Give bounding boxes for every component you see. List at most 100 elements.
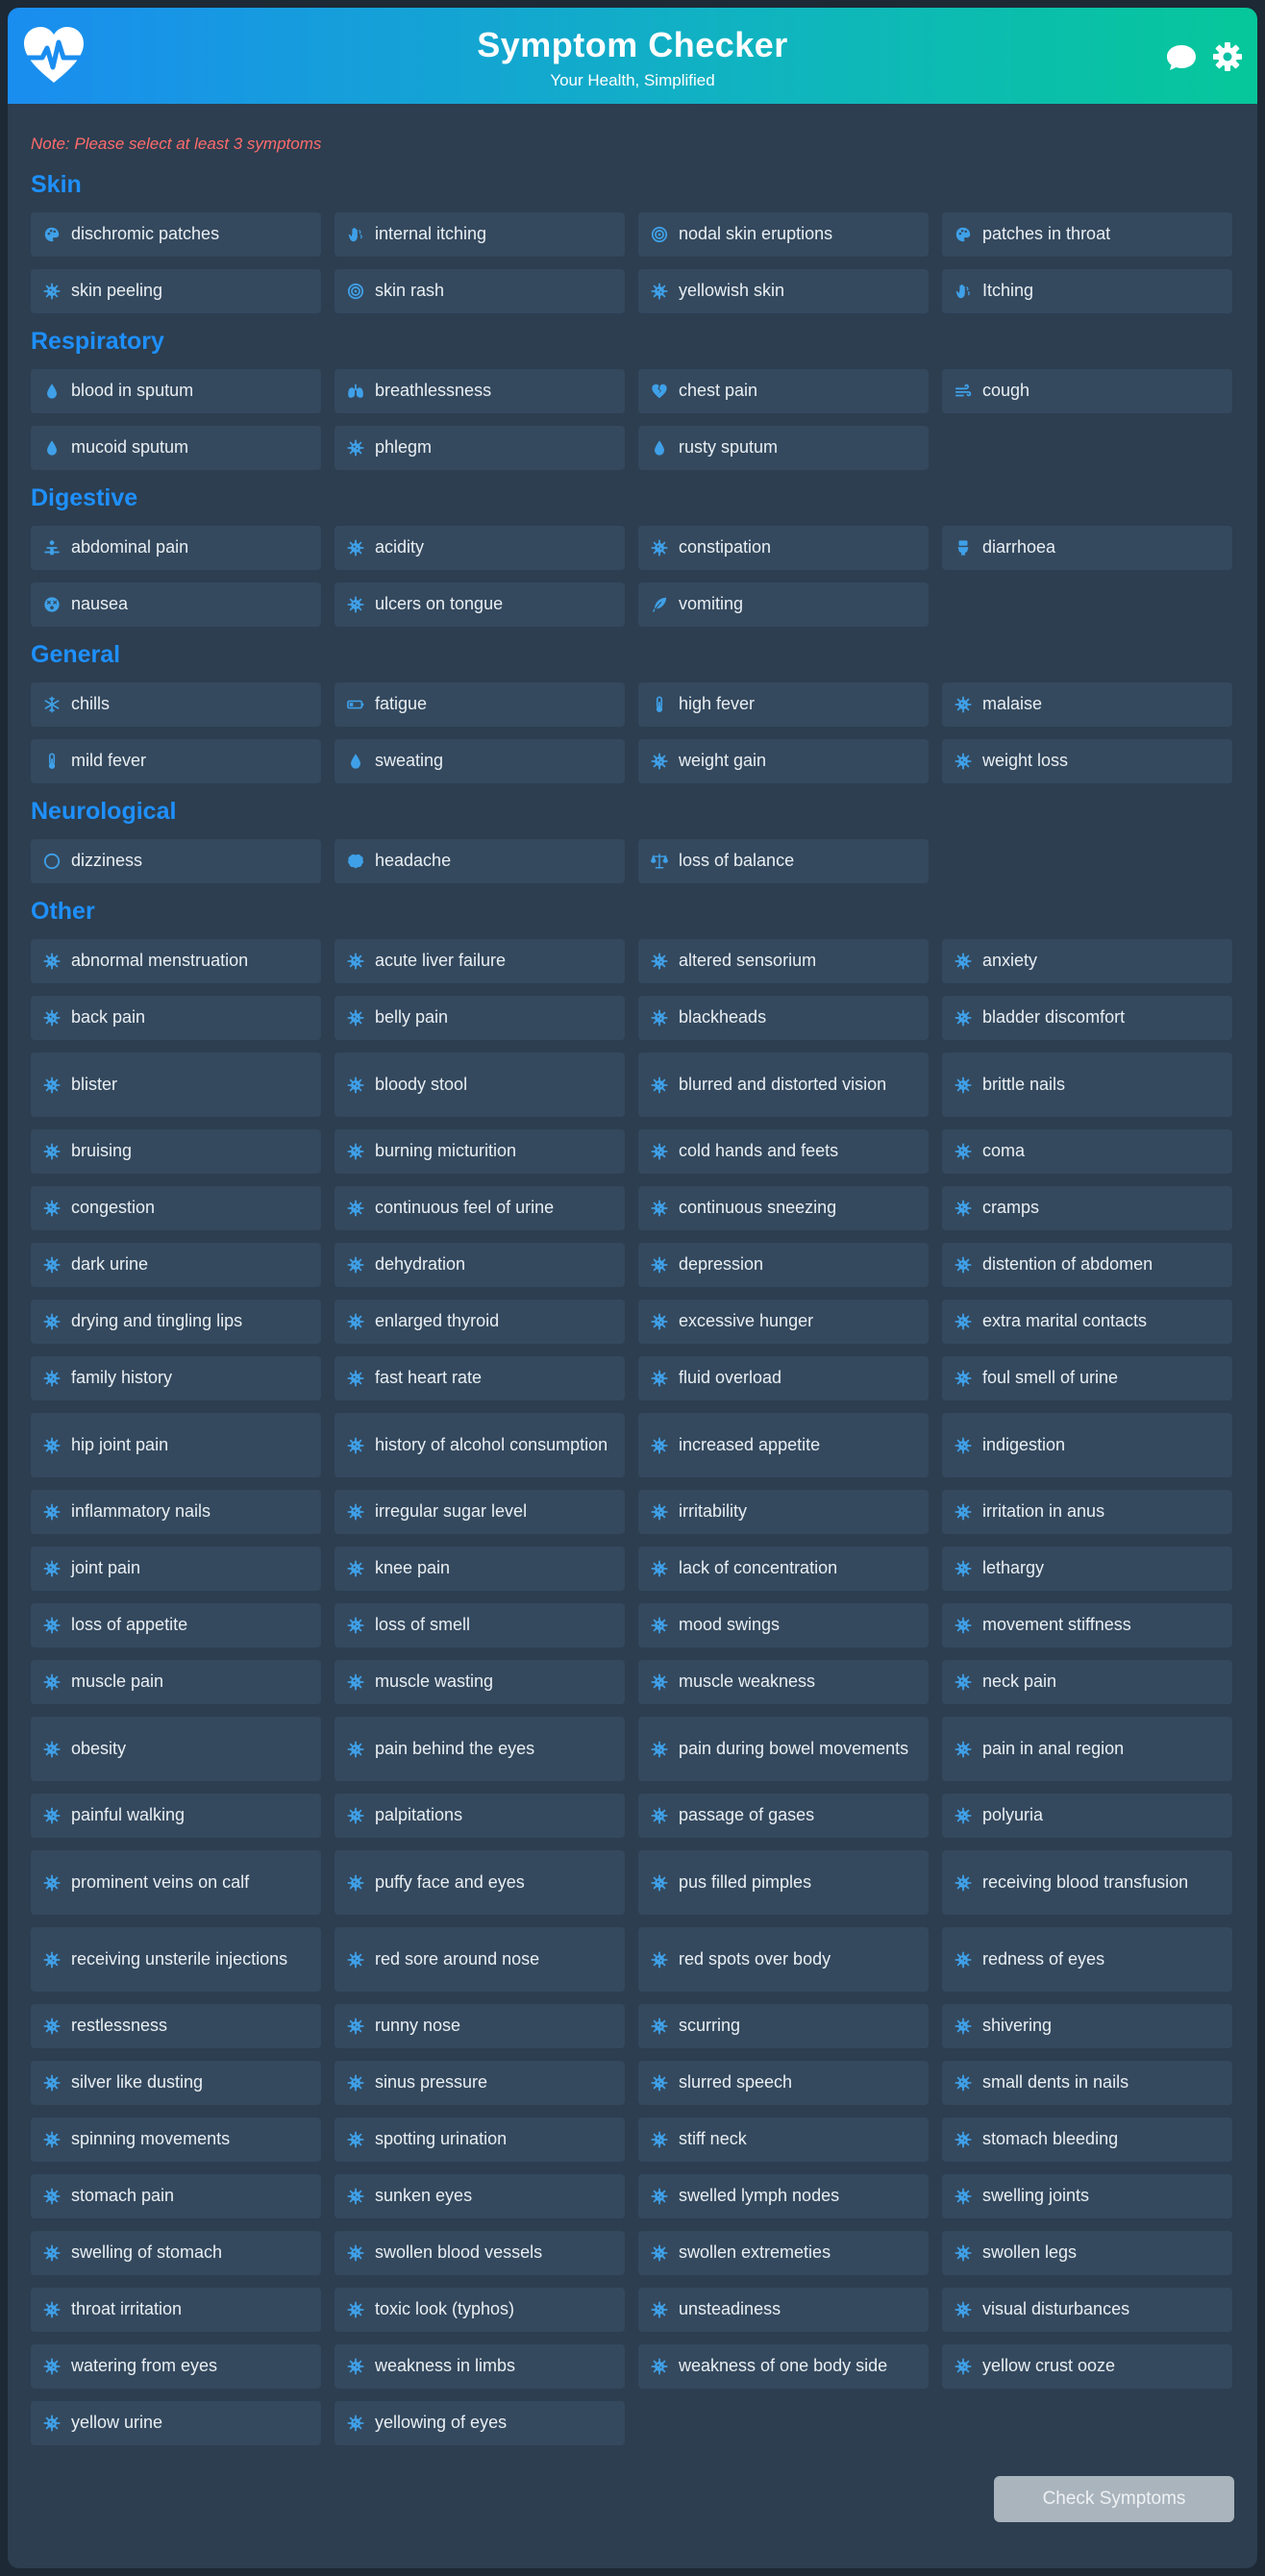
symptom-option-fluid-overload[interactable]: fluid overload xyxy=(638,1356,929,1400)
symptom-option-restlessness[interactable]: restlessness xyxy=(31,2004,321,2048)
symptom-option-muscle-wasting[interactable]: muscle wasting xyxy=(335,1660,625,1704)
symptom-option-lethargy[interactable]: lethargy xyxy=(942,1547,1232,1591)
symptom-option-pain-behind-the-eyes[interactable]: pain behind the eyes xyxy=(335,1717,625,1781)
symptom-option-joint-pain[interactable]: joint pain xyxy=(31,1547,321,1591)
symptom-option-increased-appetite[interactable]: increased appetite xyxy=(638,1413,929,1477)
symptom-option-visual-disturbances[interactable]: visual disturbances xyxy=(942,2288,1232,2332)
symptom-option-receiving-blood-transfusion[interactable]: receiving blood transfusion xyxy=(942,1850,1232,1915)
symptom-option-unsteadiness[interactable]: unsteadiness xyxy=(638,2288,929,2332)
symptom-option-history-of-alcohol-consumption[interactable]: history of alcohol consumption xyxy=(335,1413,625,1477)
symptom-option-cramps[interactable]: cramps xyxy=(942,1186,1232,1230)
symptom-option-weakness-in-limbs[interactable]: weakness in limbs xyxy=(335,2344,625,2389)
symptom-option-neck-pain[interactable]: neck pain xyxy=(942,1660,1232,1704)
symptom-option-swelling-of-stomach[interactable]: swelling of stomach xyxy=(31,2231,321,2275)
symptom-option-irritability[interactable]: irritability xyxy=(638,1490,929,1534)
symptom-option-belly-pain[interactable]: belly pain xyxy=(335,996,625,1040)
symptom-option-internal-itching[interactable]: internal itching xyxy=(335,212,625,257)
symptom-option-hip-joint-pain[interactable]: hip joint pain xyxy=(31,1413,321,1477)
symptom-option-yellow-crust-ooze[interactable]: yellow crust ooze xyxy=(942,2344,1232,2389)
symptom-option-puffy-face-and-eyes[interactable]: puffy face and eyes xyxy=(335,1850,625,1915)
symptom-option-extra-marital-contacts[interactable]: extra marital contacts xyxy=(942,1300,1232,1344)
symptom-option-weakness-of-one-body-side[interactable]: weakness of one body side xyxy=(638,2344,929,2389)
symptom-option-swollen-blood-vessels[interactable]: swollen blood vessels xyxy=(335,2231,625,2275)
symptom-option-dischromic-patches[interactable]: dischromic patches xyxy=(31,212,321,257)
symptom-option-muscle-pain[interactable]: muscle pain xyxy=(31,1660,321,1704)
symptom-option-constipation[interactable]: constipation xyxy=(638,526,929,570)
symptom-option-drying-and-tingling-lips[interactable]: drying and tingling lips xyxy=(31,1300,321,1344)
symptom-option-palpitations[interactable]: palpitations xyxy=(335,1794,625,1838)
symptom-option-blackheads[interactable]: blackheads xyxy=(638,996,929,1040)
symptom-option-ulcers-on-tongue[interactable]: ulcers on tongue xyxy=(335,582,625,627)
symptom-option-small-dents-in-nails[interactable]: small dents in nails xyxy=(942,2061,1232,2105)
symptom-option-sinus-pressure[interactable]: sinus pressure xyxy=(335,2061,625,2105)
symptom-option-throat-irritation[interactable]: throat irritation xyxy=(31,2288,321,2332)
symptom-option-yellow-urine[interactable]: yellow urine xyxy=(31,2401,321,2445)
symptom-option-scurring[interactable]: scurring xyxy=(638,2004,929,2048)
symptom-option-chills[interactable]: chills xyxy=(31,682,321,727)
symptom-option-skin-peeling[interactable]: skin peeling xyxy=(31,269,321,313)
symptom-option-continuous-feel-of-urine[interactable]: continuous feel of urine xyxy=(335,1186,625,1230)
symptom-option-itching[interactable]: Itching xyxy=(942,269,1232,313)
symptom-option-depression[interactable]: depression xyxy=(638,1243,929,1287)
symptom-option-slurred-speech[interactable]: slurred speech xyxy=(638,2061,929,2105)
symptom-option-silver-like-dusting[interactable]: silver like dusting xyxy=(31,2061,321,2105)
symptom-option-indigestion[interactable]: indigestion xyxy=(942,1413,1232,1477)
symptom-option-redness-of-eyes[interactable]: redness of eyes xyxy=(942,1927,1232,1992)
symptom-option-obesity[interactable]: obesity xyxy=(31,1717,321,1781)
symptom-option-stiff-neck[interactable]: stiff neck xyxy=(638,2118,929,2162)
symptom-option-patches-in-throat[interactable]: patches in throat xyxy=(942,212,1232,257)
symptom-option-yellowish-skin[interactable]: yellowish skin xyxy=(638,269,929,313)
symptom-option-sweating[interactable]: sweating xyxy=(335,739,625,783)
symptom-option-brittle-nails[interactable]: brittle nails xyxy=(942,1053,1232,1117)
symptom-option-irritation-in-anus[interactable]: irritation in anus xyxy=(942,1490,1232,1534)
symptom-option-loss-of-balance[interactable]: loss of balance xyxy=(638,839,929,883)
symptom-option-inflammatory-nails[interactable]: inflammatory nails xyxy=(31,1490,321,1534)
symptom-option-spotting-urination[interactable]: spotting urination xyxy=(335,2118,625,2162)
chat-icon[interactable] xyxy=(1165,40,1198,73)
symptom-option-abnormal-menstruation[interactable]: abnormal menstruation xyxy=(31,939,321,983)
symptom-option-dark-urine[interactable]: dark urine xyxy=(31,1243,321,1287)
symptom-option-muscle-weakness[interactable]: muscle weakness xyxy=(638,1660,929,1704)
symptom-option-burning-micturition[interactable]: burning micturition xyxy=(335,1129,625,1174)
symptom-option-irregular-sugar-level[interactable]: irregular sugar level xyxy=(335,1490,625,1534)
symptom-option-weight-gain[interactable]: weight gain xyxy=(638,739,929,783)
check-symptoms-button[interactable]: Check Symptoms xyxy=(994,2476,1234,2522)
symptom-option-mild-fever[interactable]: mild fever xyxy=(31,739,321,783)
symptom-option-blurred-and-distorted-vision[interactable]: blurred and distorted vision xyxy=(638,1053,929,1117)
symptom-option-bruising[interactable]: bruising xyxy=(31,1129,321,1174)
symptom-option-acute-liver-failure[interactable]: acute liver failure xyxy=(335,939,625,983)
symptom-option-receiving-unsterile-injections[interactable]: receiving unsterile injections xyxy=(31,1927,321,1992)
symptom-option-nodal-skin-eruptions[interactable]: nodal skin eruptions xyxy=(638,212,929,257)
symptom-option-watering-from-eyes[interactable]: watering from eyes xyxy=(31,2344,321,2389)
symptom-option-distention-of-abdomen[interactable]: distention of abdomen xyxy=(942,1243,1232,1287)
symptom-option-pain-in-anal-region[interactable]: pain in anal region xyxy=(942,1717,1232,1781)
symptom-option-movement-stiffness[interactable]: movement stiffness xyxy=(942,1603,1232,1647)
symptom-option-malaise[interactable]: malaise xyxy=(942,682,1232,727)
symptom-option-blister[interactable]: blister xyxy=(31,1053,321,1117)
symptom-option-phlegm[interactable]: phlegm xyxy=(335,426,625,470)
symptom-option-coma[interactable]: coma xyxy=(942,1129,1232,1174)
symptom-option-skin-rash[interactable]: skin rash xyxy=(335,269,625,313)
symptom-option-shivering[interactable]: shivering xyxy=(942,2004,1232,2048)
symptom-option-family-history[interactable]: family history xyxy=(31,1356,321,1400)
symptom-option-stomach-pain[interactable]: stomach pain xyxy=(31,2174,321,2218)
symptom-option-runny-nose[interactable]: runny nose xyxy=(335,2004,625,2048)
symptom-option-diarrhoea[interactable]: diarrhoea xyxy=(942,526,1232,570)
symptom-option-loss-of-smell[interactable]: loss of smell xyxy=(335,1603,625,1647)
symptom-option-yellowing-of-eyes[interactable]: yellowing of eyes xyxy=(335,2401,625,2445)
symptom-option-loss-of-appetite[interactable]: loss of appetite xyxy=(31,1603,321,1647)
symptom-option-painful-walking[interactable]: painful walking xyxy=(31,1794,321,1838)
symptom-option-pain-during-bowel-movements[interactable]: pain during bowel movements xyxy=(638,1717,929,1781)
symptom-option-sunken-eyes[interactable]: sunken eyes xyxy=(335,2174,625,2218)
symptom-option-rusty-sputum[interactable]: rusty sputum xyxy=(638,426,929,470)
symptom-option-bloody-stool[interactable]: bloody stool xyxy=(335,1053,625,1117)
symptom-option-altered-sensorium[interactable]: altered sensorium xyxy=(638,939,929,983)
symptom-option-swelling-joints[interactable]: swelling joints xyxy=(942,2174,1232,2218)
symptom-option-cough[interactable]: cough xyxy=(942,369,1232,413)
symptom-option-stomach-bleeding[interactable]: stomach bleeding xyxy=(942,2118,1232,2162)
symptom-option-fatigue[interactable]: fatigue xyxy=(335,682,625,727)
symptom-option-red-sore-around-nose[interactable]: red sore around nose xyxy=(335,1927,625,1992)
symptom-option-back-pain[interactable]: back pain xyxy=(31,996,321,1040)
symptom-option-mucoid-sputum[interactable]: mucoid sputum xyxy=(31,426,321,470)
symptom-option-toxic-look-typhos[interactable]: toxic look (typhos) xyxy=(335,2288,625,2332)
